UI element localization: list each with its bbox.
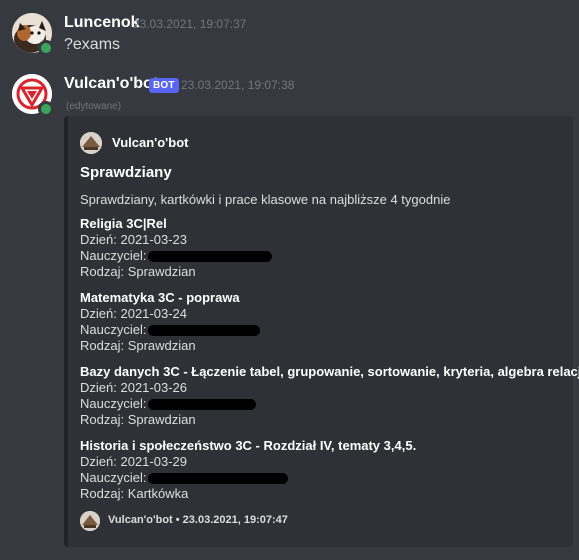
redacted-teacher [148, 325, 261, 337]
message-timestamp: 23.03.2021, 19:07:38 [181, 78, 295, 92]
field-name: Historia i społeczeństwo 3C - Rozdział I… [80, 438, 417, 453]
redacted-teacher [148, 251, 273, 263]
exam-field: Matematyka 3C - poprawa Dzień: 2021-03-2… [80, 290, 550, 354]
field-day: Dzień: 2021-03-24 [80, 306, 187, 321]
embed-card: Vulcan'o'bot Sprawdziany Sprawdziany, ka… [64, 116, 579, 547]
field-name: Bazy danych 3C - Łączenie tabel, grupowa… [80, 364, 579, 379]
bot-footer-icon [80, 511, 100, 531]
field-teacher: Nauczyciel: [80, 248, 550, 264]
edited-label: (edytowane) [66, 101, 122, 112]
field-type: Rodzaj: Sprawdzian [80, 338, 196, 353]
exam-field: Religia 3C|Rel Dzień: 2021-03-23 Nauczyc… [80, 216, 550, 280]
exam-field: Historia i społeczeństwo 3C - Rozdział I… [80, 438, 550, 502]
field-type: Rodzaj: Sprawdzian [80, 264, 196, 279]
embed-title: Sprawdziany [80, 164, 172, 181]
message-vulcanobot: Vulcan'o'bot BOT 23.03.2021, 19:07:38 (e… [0, 0, 579, 560]
bot-tag-badge: BOT [149, 78, 179, 93]
field-type: Rodzaj: Kartkówka [80, 486, 189, 501]
field-day: Dzień: 2021-03-26 [80, 380, 187, 395]
bot-author-icon [80, 132, 102, 154]
field-teacher: Nauczyciel: [80, 322, 550, 338]
online-status-icon [38, 101, 54, 117]
embed-author-name[interactable]: Vulcan'o'bot [112, 135, 188, 150]
exam-field: Bazy danych 3C - Łączenie tabel, grupowa… [80, 364, 579, 428]
field-name: Religia 3C|Rel [80, 216, 167, 231]
field-day: Dzień: 2021-03-29 [80, 454, 187, 469]
author-name[interactable]: Vulcan'o'bot [64, 75, 158, 93]
field-teacher: Nauczyciel: [80, 470, 550, 486]
field-teacher: Nauczyciel: [80, 396, 550, 412]
redacted-teacher [148, 473, 289, 485]
embed-description: Sprawdziany, kartkówki i prace klasowe n… [80, 192, 451, 207]
embed-footer-text: Vulcan'o'bot • 23.03.2021, 19:07:47 [108, 514, 288, 526]
field-name: Matematyka 3C - poprawa [80, 290, 240, 305]
redacted-teacher [148, 399, 257, 411]
field-day: Dzień: 2021-03-23 [80, 232, 187, 247]
field-type: Rodzaj: Sprawdzian [80, 412, 196, 427]
